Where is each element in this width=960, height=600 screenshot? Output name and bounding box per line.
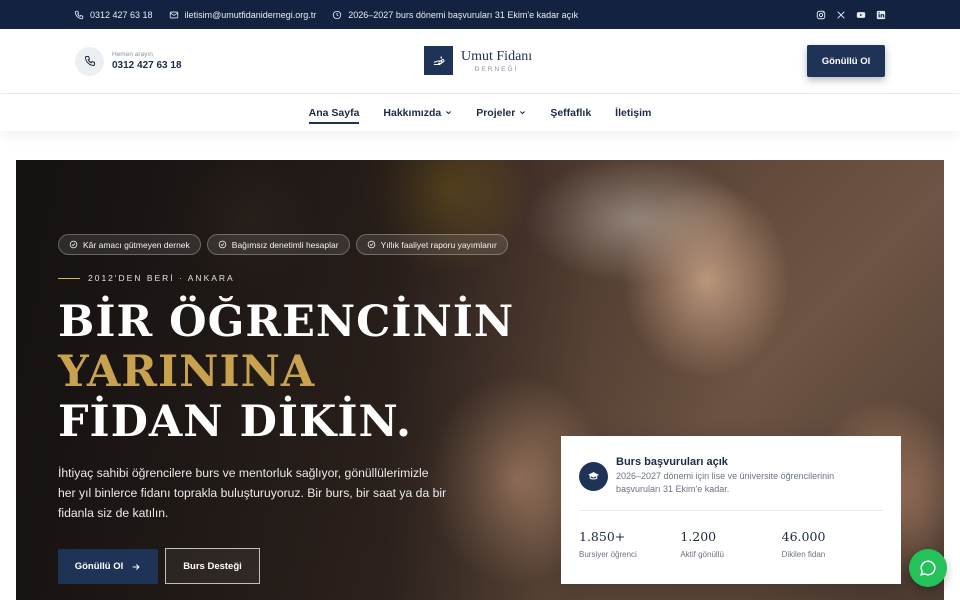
trust-badges: Kâr amacı gütmeyen dernek Bağımsız denet… [58, 234, 508, 255]
scholarship-button[interactable]: Burs Desteği [165, 548, 260, 584]
hero-section: Kâr amacı gütmeyen dernek Bağımsız denet… [16, 160, 944, 600]
badge-label: Bağımsız denetimli hesaplar [231, 239, 339, 250]
arrow-right-icon [132, 563, 140, 570]
eyebrow-line [58, 277, 80, 279]
hero-lead-text: İhtiyaç sahibi öğrencilere burs ve mento… [58, 466, 447, 520]
topbar-phone-text: 0312 427 63 18 [90, 9, 153, 20]
headline-line-3: FİDAN DİKİN. [58, 397, 412, 447]
logo-name: Umut Fidanı [461, 48, 533, 64]
clock-icon [333, 10, 342, 19]
stat-saplings: 46.000 Dikilen fidan [782, 529, 883, 559]
main-nav: Ana Sayfa Hakkımızda Projeler Şeffaflık … [0, 94, 960, 131]
card-divider [579, 510, 883, 511]
check-circle-icon [367, 240, 375, 249]
nav-item-home[interactable]: Ana Sayfa [308, 94, 360, 131]
hero-eyebrow: 2012'DEN BERİ · ANKARA [58, 273, 235, 283]
stat-value: 46.000 [781, 529, 826, 544]
youtube-icon[interactable] [856, 10, 866, 20]
topbar-phone[interactable]: 0312 427 63 18 [74, 10, 153, 20]
badge-nonprofit: Kâr amacı gütmeyen dernek [58, 234, 201, 255]
scholarship-card: Burs başvuruları açık 2026–2027 dönemi i… [561, 436, 901, 584]
social-links [816, 10, 886, 20]
stat-volunteers: 1.200 Aktif gönüllü [680, 529, 781, 559]
logo-subtitle: DERNEĞİ [474, 65, 519, 73]
chevron-down-icon [446, 111, 452, 115]
card-description: 2026–2027 dönemi için lise ve üniversite… [616, 471, 835, 494]
nav-item-label: Ana Sayfa [308, 106, 360, 119]
stat-value: 1.200 [680, 529, 717, 544]
headline-line-2: YARININA [58, 347, 316, 397]
card-title: Burs başvuruları açık [616, 456, 728, 468]
nav-item-label: Projeler [476, 106, 516, 119]
main-header: Hemen arayın 0312 427 63 18 Umut Fidanı … [0, 29, 960, 94]
nav-item-transparency[interactable]: Şeffaflık [550, 94, 591, 131]
phone-circle-icon [75, 46, 104, 76]
stat-label: Aktif gönüllü [680, 550, 724, 559]
nav-item-label: Şeffaflık [550, 106, 592, 119]
badge-label: Kâr amacı gütmeyen dernek [83, 239, 190, 250]
call-box[interactable]: Hemen arayın 0312 427 63 18 [75, 46, 182, 76]
headline-line-1: BİR ÖĞRENCİNİN [58, 297, 515, 347]
stat-label: Dikilen fidan [781, 550, 826, 559]
topbar-notice-text: 2026–2027 burs dönemi başvuruları 31 Eki… [348, 9, 579, 20]
call-number: 0312 427 63 18 [112, 60, 182, 71]
call-label: Hemen arayın [112, 51, 153, 58]
mail-icon [169, 11, 178, 18]
instagram-icon[interactable] [816, 10, 826, 20]
chevron-down-icon [520, 111, 526, 115]
nav-item-contact[interactable]: İletişim [615, 94, 651, 131]
stat-label: Bursiyer öğrenci [579, 550, 637, 559]
check-circle-icon [218, 240, 227, 249]
nav-item-label: Hakkımızda [383, 106, 442, 119]
eyebrow-text: 2012'DEN BERİ · ANKARA [88, 273, 235, 283]
topbar-email[interactable]: iletisim@umutfidanidernegi.org.tr [169, 9, 317, 20]
badge-audited: Bağımsız denetimli hesaplar [206, 234, 350, 255]
badge-report: Yıllık faaliyet raporu yayımlanır [355, 234, 508, 255]
check-circle-icon [69, 240, 78, 249]
graduation-cap-icon [579, 462, 608, 491]
nav-item-label: İletişim [615, 106, 652, 119]
nav-item-projects[interactable]: Projeler [476, 94, 526, 131]
logo-hand-icon [424, 46, 453, 75]
topbar-email-text: iletisim@umutfidanidernegi.org.tr [184, 9, 317, 20]
hero-headline: BİR ÖĞRENCİNİN YARININA FİDAN DİKİN. [58, 297, 514, 447]
impact-stats: 1.850+ Bursiyer öğrenci 1.200 Aktif gönü… [579, 529, 883, 559]
site-logo[interactable]: Umut Fidanı DERNEĞİ [424, 46, 532, 75]
topbar-notice: 2026–2027 burs dönemi başvuruları 31 Eki… [332, 10, 578, 20]
badge-label: Yıllık faaliyet raporu yayımlanır [380, 239, 497, 250]
volunteer-button-hero[interactable]: Gönüllü Ol [58, 549, 158, 584]
x-icon[interactable] [836, 10, 846, 20]
phone-icon [74, 10, 84, 19]
volunteer-button-label: Gönüllü Ol [74, 561, 124, 572]
linkedin-icon[interactable] [876, 10, 886, 20]
top-bar: 0312 427 63 18 iletisim@umutfidaniderneg… [0, 0, 960, 29]
stat-value: 1.850+ [579, 529, 626, 544]
volunteer-button-header[interactable]: Gönüllü Ol [807, 45, 885, 77]
nav-item-about[interactable]: Hakkımızda [383, 94, 452, 131]
chat-bubble-icon [920, 560, 936, 576]
whatsapp-chat-button[interactable] [909, 549, 947, 587]
stat-scholars: 1.850+ Bursiyer öğrenci [579, 529, 680, 559]
